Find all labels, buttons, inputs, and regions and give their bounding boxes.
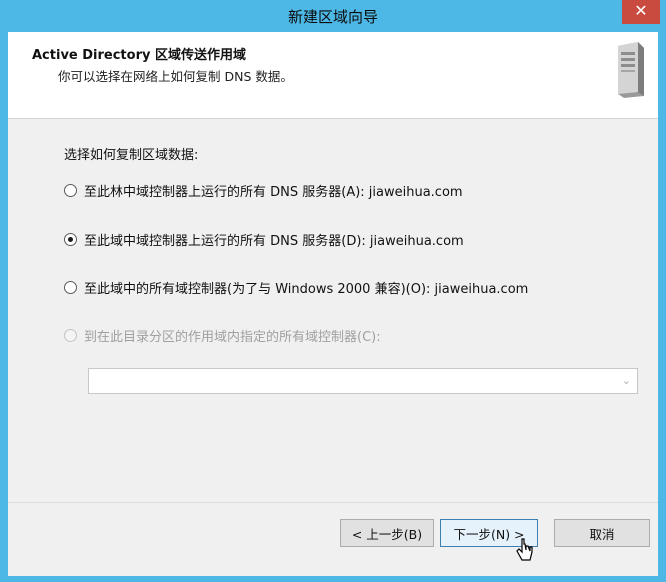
option-forest-dns-label: 至此林中域控制器上运行的所有 DNS 服务器(A): jiaweihua.com <box>84 184 463 200</box>
wizard-window: 新建区域向导 ✕ Active Directory 区域传送作用域 你可以选择在… <box>0 0 666 582</box>
cancel-button[interactable]: 取消 <box>554 519 650 547</box>
footer-divider <box>8 502 658 503</box>
mouse-pointer-icon <box>516 538 533 561</box>
option-directory-partition-label: 到在此目录分区的作用域内指定的所有域控制器(C): <box>84 329 381 345</box>
radio-directory-partition <box>64 328 77 342</box>
radio-domain-dns[interactable] <box>64 232 77 246</box>
option-directory-partition: 到在此目录分区的作用域内指定的所有域控制器(C): <box>64 325 381 345</box>
page-subtitle: 你可以选择在网络上如何复制 DNS 数据。 <box>58 69 293 84</box>
chevron-down-icon: ⌄ <box>621 374 631 387</box>
option-forest-dns[interactable]: 至此林中域控制器上运行的所有 DNS 服务器(A): jiaweihua.com <box>64 180 463 200</box>
wizard-content: Active Directory 区域传送作用域 你可以选择在网络上如何复制 D… <box>8 32 658 576</box>
radio-forest-dns[interactable] <box>64 183 77 197</box>
window-title: 新建区域向导 <box>287 8 378 26</box>
page-title: Active Directory 区域传送作用域 <box>32 48 246 63</box>
option-all-domain-controllers[interactable]: 至此域中的所有域控制器(为了与 Windows 2000 兼容)(O): jia… <box>64 277 528 297</box>
option-all-domain-controllers-label: 至此域中的所有域控制器(为了与 Windows 2000 兼容)(O): jia… <box>84 281 529 297</box>
replication-prompt: 选择如何复制区域数据: <box>64 148 199 163</box>
close-button[interactable]: ✕ <box>622 0 660 24</box>
radio-all-domain-controllers[interactable] <box>64 280 77 294</box>
wizard-header: Active Directory 区域传送作用域 你可以选择在网络上如何复制 D… <box>8 32 658 119</box>
option-domain-dns-label: 至此域中域控制器上运行的所有 DNS 服务器(D): jiaweihua.com <box>84 233 464 249</box>
directory-partition-select: ⌄ <box>88 368 638 394</box>
close-icon: ✕ <box>634 1 648 20</box>
server-icon <box>618 42 644 98</box>
back-button[interactable]: < 上一步(B) <box>340 519 434 547</box>
title-bar[interactable]: 新建区域向导 ✕ <box>0 0 666 32</box>
option-domain-dns[interactable]: 至此域中域控制器上运行的所有 DNS 服务器(D): jiaweihua.com <box>64 229 464 249</box>
